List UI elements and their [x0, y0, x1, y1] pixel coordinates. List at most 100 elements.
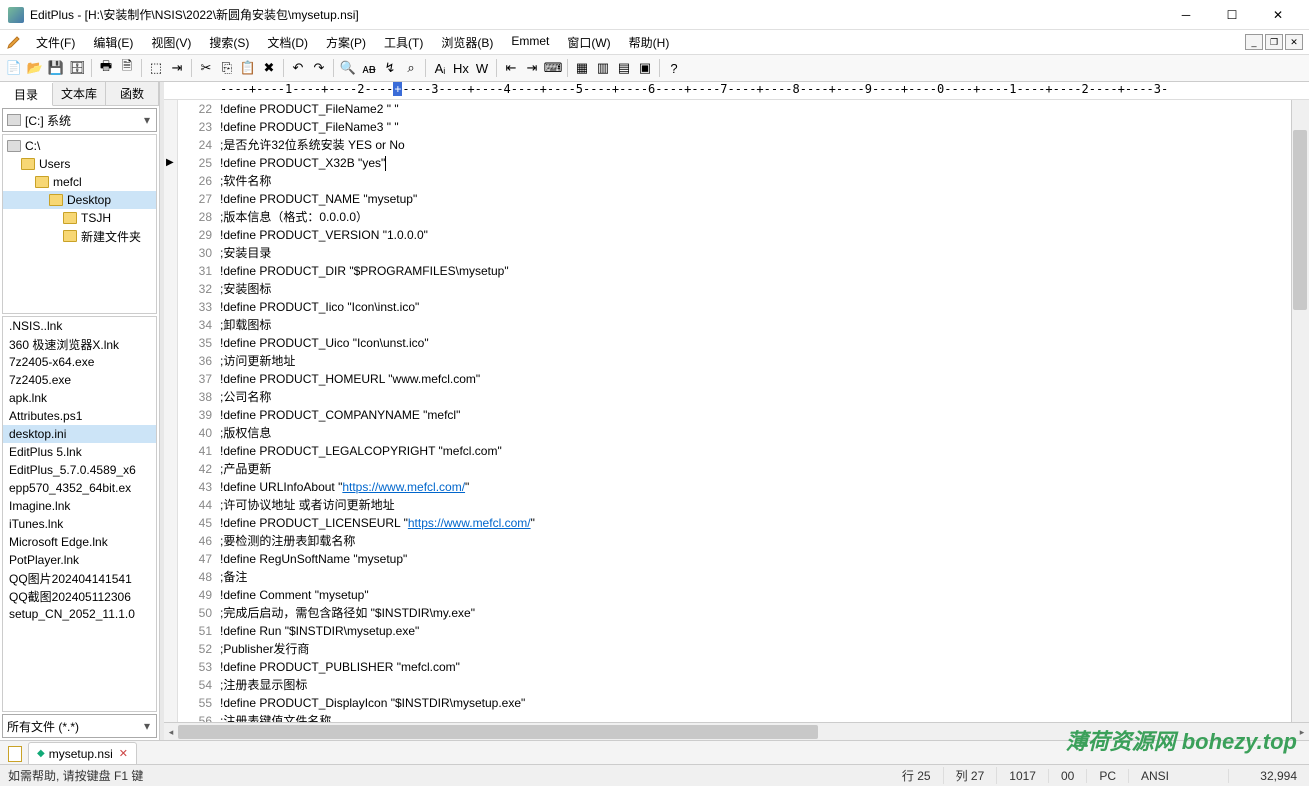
menu-8[interactable]: Emmet	[503, 32, 557, 53]
scrollbar-thumb[interactable]	[1293, 130, 1307, 310]
url-link[interactable]: https://www.mefcl.com/	[408, 516, 531, 530]
code-line[interactable]: !define PRODUCT_HOMEURL "www.mefcl.com"	[220, 370, 1309, 388]
file-item[interactable]: EditPlus_5.7.0.4589_x6	[3, 461, 156, 479]
menu-10[interactable]: 帮助(H)	[621, 32, 678, 53]
paste-icon[interactable]: 📋	[238, 58, 258, 78]
code-editor[interactable]: !define PRODUCT_FileName2 " "!define PRO…	[220, 100, 1309, 722]
code-line[interactable]: ;完成后启动，需包含路径如 "$INSTDIR\my.exe"	[220, 604, 1309, 622]
open-icon[interactable]: 📂	[25, 58, 45, 78]
hex-icon[interactable]: ⬚	[146, 58, 166, 78]
file-item[interactable]: Imagine.lnk	[3, 497, 156, 515]
code-line[interactable]: !define URLInfoAbout "https://www.mefcl.…	[220, 478, 1309, 496]
file-item[interactable]: apk.lnk	[3, 389, 156, 407]
code-line[interactable]: ;Publisher发行商	[220, 640, 1309, 658]
code-line[interactable]: !define PRODUCT_Iico "Icon\inst.ico"	[220, 298, 1309, 316]
code-line[interactable]: ▶!define PRODUCT_X32B "yes"	[220, 154, 1309, 172]
code-line[interactable]: !define Run "$INSTDIR\mysetup.exe"	[220, 622, 1309, 640]
goto-icon[interactable]: ↯	[380, 58, 400, 78]
new-icon[interactable]: 📄	[4, 58, 24, 78]
file-item[interactable]: iTunes.lnk	[3, 515, 156, 533]
code-line[interactable]: ;是否允许32位系统安装 YES or No	[220, 136, 1309, 154]
menu-5[interactable]: 方案(P)	[318, 32, 374, 53]
undo-icon[interactable]: ↶	[288, 58, 308, 78]
mdi-close-button[interactable]: ✕	[1285, 34, 1303, 50]
code-line[interactable]: ;要检测的注册表卸载名称	[220, 532, 1309, 550]
window3-icon[interactable]: ▤	[614, 58, 634, 78]
file-item[interactable]: Microsoft Edge.lnk	[3, 533, 156, 551]
tree-item[interactable]: Users	[3, 155, 156, 173]
menu-4[interactable]: 文档(D)	[259, 32, 316, 53]
menu-0[interactable]: 文件(F)	[28, 32, 83, 53]
replace-icon[interactable]: ᴀᴃ	[359, 58, 379, 78]
find-files-icon[interactable]: ⌕	[401, 58, 421, 78]
code-line[interactable]: ;备注	[220, 568, 1309, 586]
tree-item[interactable]: Desktop	[3, 191, 156, 209]
new-document-button[interactable]	[4, 744, 26, 764]
help-icon[interactable]: ?	[664, 58, 684, 78]
code-line[interactable]: ;版本信息（格式：0.0.0.0）	[220, 208, 1309, 226]
maximize-button[interactable]: ☐	[1209, 0, 1255, 30]
directory-tree[interactable]: C:\UsersmefclDesktopTSJH新建文件夹	[2, 134, 157, 314]
menu-9[interactable]: 窗口(W)	[559, 32, 618, 53]
code-line[interactable]: ;软件名称	[220, 172, 1309, 190]
mdi-minimize-button[interactable]: _	[1245, 34, 1263, 50]
tree-item[interactable]: 新建文件夹	[3, 227, 156, 245]
print-icon[interactable]: 🖶	[96, 58, 116, 78]
menu-7[interactable]: 浏览器(B)	[433, 32, 501, 53]
code-line[interactable]: ;注册表显示图标	[220, 676, 1309, 694]
file-filter[interactable]: 所有文件 (*.*)	[2, 714, 157, 738]
url-link[interactable]: https://www.mefcl.com/	[342, 480, 465, 494]
menu-1[interactable]: 编辑(E)	[85, 32, 141, 53]
scrollbar-thumb[interactable]	[178, 725, 818, 739]
code-line[interactable]: !define PRODUCT_COMPANYNAME "mefcl"	[220, 406, 1309, 424]
char-icon[interactable]: ⌨	[543, 58, 563, 78]
code-line[interactable]: !define PRODUCT_VERSION "1.0.0.0"	[220, 226, 1309, 244]
file-item[interactable]: Attributes.ps1	[3, 407, 156, 425]
code-line[interactable]: !define PRODUCT_NAME "mysetup"	[220, 190, 1309, 208]
code-line[interactable]: !define PRODUCT_LEGALCOPYRIGHT "mefcl.co…	[220, 442, 1309, 460]
file-item[interactable]: 7z2405.exe	[3, 371, 156, 389]
scroll-left-icon[interactable]: ◂	[164, 723, 178, 740]
file-item[interactable]: PotPlayer.lnk	[3, 551, 156, 569]
hex2-icon[interactable]: Hx	[451, 58, 471, 78]
file-list[interactable]: .NSIS..lnk360 极速浏览器X.lnk7z2405-x64.exe7z…	[2, 316, 157, 712]
code-line[interactable]: !define PRODUCT_FileName2 " "	[220, 100, 1309, 118]
side-tab-1[interactable]: 文本库	[53, 82, 106, 105]
code-line[interactable]: !define PRODUCT_PUBLISHER "mefcl.com"	[220, 658, 1309, 676]
tree-item[interactable]: TSJH	[3, 209, 156, 227]
indent-icon[interactable]: ⇤	[501, 58, 521, 78]
window1-icon[interactable]: ▦	[572, 58, 592, 78]
scroll-right-icon[interactable]: ▸	[1295, 723, 1309, 740]
redo-icon[interactable]: ↷	[309, 58, 329, 78]
copy-icon[interactable]: ⎘	[217, 58, 237, 78]
outdent-icon[interactable]: ⇥	[522, 58, 542, 78]
code-line[interactable]: ;产品更新	[220, 460, 1309, 478]
menu-3[interactable]: 搜索(S)	[201, 32, 257, 53]
code-line[interactable]: !define PRODUCT_FileName3 " "	[220, 118, 1309, 136]
save-all-icon[interactable]: 🗄	[67, 58, 87, 78]
side-tab-2[interactable]: 函数	[106, 82, 159, 105]
tab-close-icon[interactable]: ✕	[119, 747, 128, 760]
code-line[interactable]: ;许可协议地址 或者访问更新地址	[220, 496, 1309, 514]
code-line[interactable]: !define PRODUCT_DIR "$PROGRAMFILES\myset…	[220, 262, 1309, 280]
document-tab[interactable]: ◆ mysetup.nsi ✕	[28, 742, 137, 764]
window2-icon[interactable]: ▥	[593, 58, 613, 78]
drive-selector[interactable]: [C:] 系统	[2, 108, 157, 132]
file-item[interactable]: .NSIS..lnk	[3, 317, 156, 335]
file-item[interactable]: epp570_4352_64bit.ex	[3, 479, 156, 497]
cut-icon[interactable]: ✂	[196, 58, 216, 78]
code-line[interactable]: ;版权信息	[220, 424, 1309, 442]
word-icon[interactable]: W	[472, 58, 492, 78]
code-line[interactable]: !define RegUnSoftName "mysetup"	[220, 550, 1309, 568]
mdi-restore-button[interactable]: ❐	[1265, 34, 1283, 50]
print-preview-icon[interactable]: 🗎	[117, 58, 137, 78]
file-item[interactable]: EditPlus 5.lnk	[3, 443, 156, 461]
menu-6[interactable]: 工具(T)	[376, 32, 431, 53]
code-line[interactable]: ;安装图标	[220, 280, 1309, 298]
code-line[interactable]: ;公司名称	[220, 388, 1309, 406]
horizontal-scrollbar[interactable]: ◂ ▸	[164, 722, 1309, 740]
file-item[interactable]: QQ图片202404141541	[3, 569, 156, 587]
menu-2[interactable]: 视图(V)	[143, 32, 199, 53]
file-item[interactable]: desktop.ini	[3, 425, 156, 443]
window4-icon[interactable]: ▣	[635, 58, 655, 78]
